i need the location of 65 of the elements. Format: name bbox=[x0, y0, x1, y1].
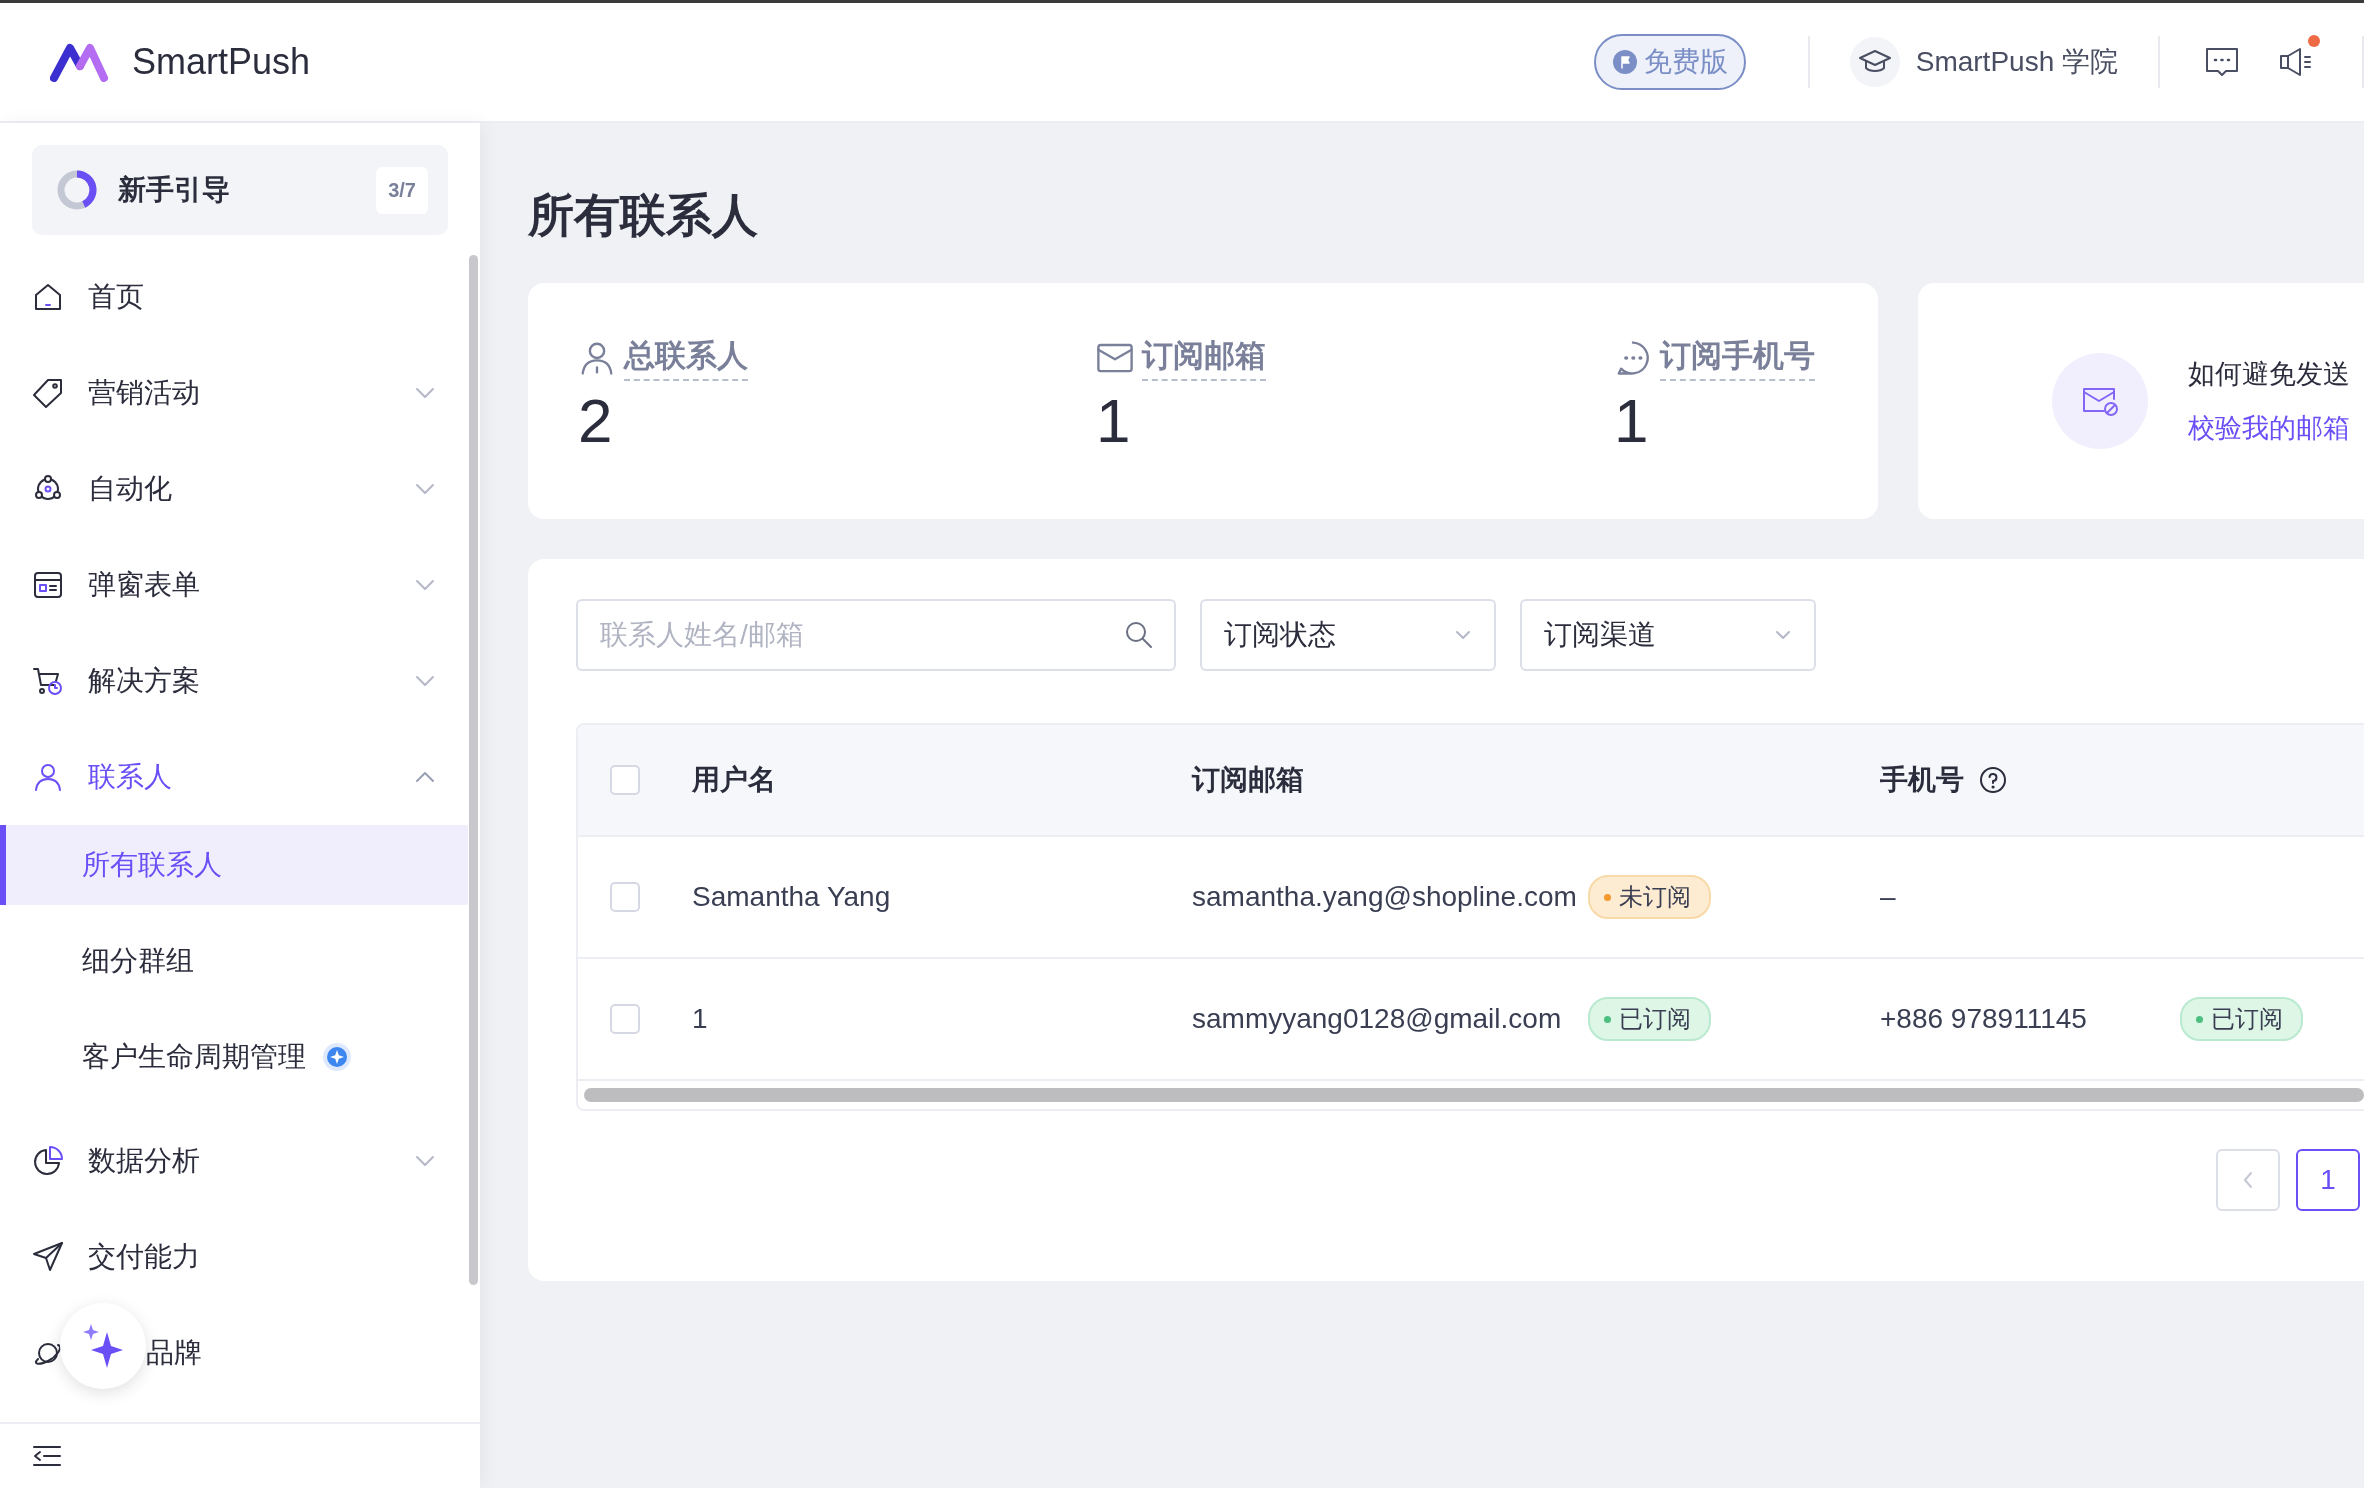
chevron-left-icon bbox=[2242, 1170, 2254, 1190]
dropdown[interactable]: 订阅渠道 bbox=[1520, 599, 1816, 671]
nav-item[interactable]: 数据分析 bbox=[0, 1113, 480, 1209]
scrollbar[interactable] bbox=[469, 255, 478, 1285]
table-cell: – bbox=[1880, 881, 1896, 913]
guide-label: 新手引导 bbox=[118, 173, 231, 207]
checkbox[interactable] bbox=[610, 1004, 640, 1034]
stat-label[interactable]: 订阅邮箱 bbox=[1142, 335, 1266, 381]
chat-icon[interactable] bbox=[2204, 45, 2240, 79]
nav-item[interactable]: 自动化 bbox=[0, 441, 480, 537]
search-icon bbox=[1124, 620, 1154, 650]
stat-label[interactable]: 订阅手机号 bbox=[1660, 335, 1815, 381]
search-field[interactable]: 联系人姓名/邮箱 bbox=[576, 599, 1176, 671]
status-label: 已订阅 bbox=[1619, 1004, 1691, 1034]
page-title: 所有联系人 bbox=[528, 188, 759, 243]
status-dot bbox=[2196, 1015, 2203, 1023]
table-cell: 1 bbox=[692, 1003, 708, 1035]
dropdown[interactable]: 订阅状态 bbox=[1200, 599, 1496, 671]
scrollbar[interactable] bbox=[584, 1088, 2364, 1102]
nav-item[interactable]: 弹窗表单 bbox=[0, 537, 480, 633]
form-icon bbox=[32, 569, 64, 601]
sub-nav-item[interactable]: 细分群组 bbox=[0, 921, 468, 1001]
stat-value: 1 bbox=[1096, 385, 1132, 456]
tip-text: 如何避免发送 bbox=[2188, 358, 2350, 391]
status-dot bbox=[1604, 893, 1611, 901]
table-cell: Samantha Yang bbox=[692, 881, 891, 913]
stat-value: 2 bbox=[578, 385, 614, 456]
person-icon bbox=[32, 761, 64, 793]
status-dot bbox=[1604, 1015, 1611, 1023]
column-header: 订阅邮箱 bbox=[1192, 763, 1304, 797]
column-header: 手机号 bbox=[1880, 763, 1964, 797]
academy-link[interactable]: SmartPush 学院 bbox=[1849, 37, 2118, 87]
tag-icon bbox=[32, 377, 64, 409]
home-icon bbox=[32, 281, 64, 313]
cart-icon bbox=[32, 665, 64, 697]
table-cell-text: samantha.yang@shopline.com bbox=[1192, 881, 1578, 913]
checkbox[interactable] bbox=[610, 765, 640, 795]
status-label: 未订阅 bbox=[1619, 882, 1691, 912]
nav-item[interactable]: 解决方案 bbox=[0, 633, 480, 729]
page-button[interactable]: 1 bbox=[2296, 1149, 2360, 1211]
nav-item[interactable]: 首页 bbox=[0, 249, 480, 345]
column-header: 用户名 bbox=[692, 763, 776, 797]
nav-item[interactable]: 营销活动 bbox=[0, 345, 480, 441]
flag-icon bbox=[1611, 49, 1638, 75]
nav-item[interactable]: 联系人 bbox=[0, 729, 480, 825]
collapse-menu-icon[interactable] bbox=[32, 1444, 62, 1468]
sub-nav-item[interactable]: 所有联系人 bbox=[0, 825, 468, 905]
send-icon bbox=[32, 1241, 64, 1273]
speaker-icon[interactable] bbox=[2278, 45, 2314, 79]
table-cell: +886 978911145 bbox=[1880, 1003, 2087, 1035]
logo-text: SmartPush bbox=[132, 41, 311, 83]
stat-label[interactable]: 总联系人 bbox=[624, 335, 748, 381]
pie-chart-icon bbox=[32, 1145, 64, 1177]
nav-item[interactable]: 交付能力 bbox=[0, 1209, 480, 1305]
guide-card[interactable]: 新手引导 3/7 bbox=[32, 145, 448, 235]
progress-count: 3/7 bbox=[376, 166, 428, 214]
chevron-down-icon bbox=[1454, 629, 1472, 641]
nav-item[interactable]: 品牌 bbox=[0, 1305, 480, 1401]
checkbox[interactable] bbox=[610, 882, 640, 912]
stat-value: 1 bbox=[1614, 385, 1650, 456]
table-cell-text: sammyyang0128@gmail.com bbox=[1192, 1003, 1563, 1035]
verify-email-link[interactable]: 校验我的邮箱 bbox=[2188, 410, 2350, 446]
chevron-down-icon bbox=[1774, 629, 1792, 641]
sub-nav-item[interactable]: 客户生命周期管理 bbox=[0, 1017, 468, 1097]
status-label: 已订阅 bbox=[2211, 1004, 2283, 1034]
